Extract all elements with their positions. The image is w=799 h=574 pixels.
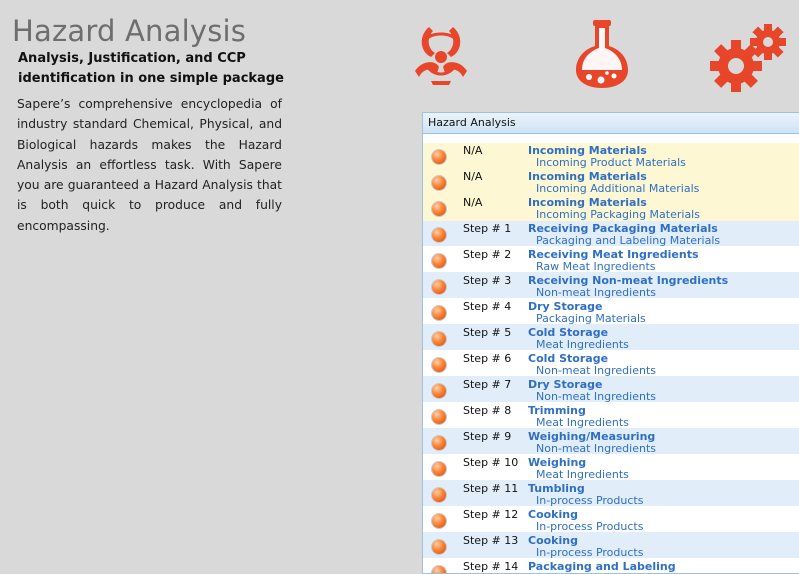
bullet-icon [432, 254, 446, 268]
step-label: Step # 6 [463, 352, 512, 365]
list-item[interactable]: Step # 5 Cold Storage Meat Ingredients [423, 325, 799, 351]
step-label: N/A [463, 196, 483, 209]
step-label: N/A [463, 144, 483, 157]
bullet-icon [432, 488, 446, 502]
step-label: Step # 11 [463, 482, 519, 495]
item-subtitle: In-process Products [536, 546, 644, 559]
item-subtitle: Meat Ingredients [536, 338, 629, 351]
item-subtitle: Packaging Materials [536, 312, 646, 325]
list-item[interactable]: Step # 10 Weighing Meat Ingredients [423, 455, 799, 481]
step-label: Step # 9 [463, 430, 512, 443]
bullet-icon [432, 280, 446, 294]
hazard-analysis-panel: Hazard Analysis N/A Incoming Materials Inc… [422, 112, 799, 574]
list-item[interactable]: N/A Incoming Materials Incoming Product Ma… [423, 143, 799, 169]
flask-icon [574, 18, 630, 90]
step-label: Step # 7 [463, 378, 512, 391]
biohazard-icon [409, 21, 473, 87]
list-item[interactable]: N/A Incoming Materials Incoming Packaging … [423, 195, 799, 221]
list-item[interactable]: Step # 9 Weighing/Measuring Non-meat Ingre… [423, 429, 799, 455]
item-subtitle: Raw Meat Ingredients [536, 260, 656, 273]
bullet-icon [432, 150, 446, 164]
list-item[interactable]: Step # 6 Cold Storage Non-meat Ingredients [423, 351, 799, 377]
step-label: Step # 10 [463, 456, 519, 469]
item-subtitle: Incoming Packaging Materials [536, 208, 700, 221]
step-label: Step # 4 [463, 300, 512, 313]
list-item[interactable]: Step # 13 Cooking In-process Products [423, 533, 799, 559]
gears-icon [710, 22, 790, 92]
page-title: Hazard Analysis [12, 14, 247, 48]
bullet-icon [432, 202, 446, 216]
page-subtitle: Analysis, Justification, and CCP identif… [18, 51, 284, 86]
step-label: Step # 8 [463, 404, 512, 417]
item-subtitle: Incoming Additional Materials [536, 182, 700, 195]
item-subtitle: Non-meat Ingredients [536, 442, 657, 455]
step-label: Step # 2 [463, 248, 512, 261]
intro-paragraph: Sapere’s comprehensive encyclopedia of i… [17, 97, 282, 233]
hazard-list: N/A Incoming Materials Incoming Product Ma… [423, 143, 799, 573]
step-label: N/A [463, 170, 483, 183]
list-item[interactable]: N/A Incoming Materials Incoming Additional… [423, 169, 799, 195]
list-item[interactable]: Step # 7 Dry Storage Non-meat Ingredients [423, 377, 799, 403]
step-label: Step # 3 [463, 274, 512, 287]
item-subtitle: Packaging and Labeling Materials [536, 234, 721, 247]
list-item[interactable]: Step # 2 Receiving Meat Ingredients Raw Me… [423, 247, 799, 273]
item-subtitle: Incoming Product Materials [536, 156, 686, 169]
bullet-icon [432, 436, 446, 450]
bullet-icon [432, 306, 446, 320]
bullet-icon [432, 384, 446, 398]
bullet-icon [432, 540, 446, 554]
item-subtitle: In-process Products [536, 494, 644, 507]
list-item[interactable]: Step # 4 Dry Storage Packaging Materials [423, 299, 799, 325]
step-label: Step # 12 [463, 508, 519, 521]
list-item[interactable]: Step # 3 Receiving Non-meat Ingredients No… [423, 273, 799, 299]
panel-header: Hazard Analysis [423, 113, 799, 134]
item-subtitle: Non-meat Ingredients [536, 286, 657, 299]
bullet-icon [432, 566, 446, 573]
bullet-icon [432, 332, 446, 346]
bullet-icon [432, 228, 446, 242]
bullet-icon [432, 514, 446, 528]
list-item[interactable]: Step # 12 Cooking In-process Products [423, 507, 799, 533]
item-subtitle: Non-meat Ingredients [536, 390, 657, 403]
bullet-icon [432, 410, 446, 424]
bullet-icon [432, 462, 446, 476]
list-item[interactable]: Step # 8 Trimming Meat Ingredients [423, 403, 799, 429]
step-label: Step # 5 [463, 326, 512, 339]
list-item[interactable]: Step # 11 Tumbling In-process Products [423, 481, 799, 507]
item-subtitle: Non-meat Ingredients [536, 364, 657, 377]
step-label: Step # 13 [463, 534, 519, 547]
step-label: Step # 1 [463, 222, 512, 235]
item-subtitle: Meat Ingredients [536, 416, 629, 429]
item-subtitle: In-process Products [536, 520, 644, 533]
bullet-icon [432, 358, 446, 372]
bullet-icon [432, 176, 446, 190]
item-subtitle: Meat Ingredients [536, 468, 629, 481]
list-item[interactable]: Step # 1 Receiving Packaging Materials Pac… [423, 221, 799, 247]
